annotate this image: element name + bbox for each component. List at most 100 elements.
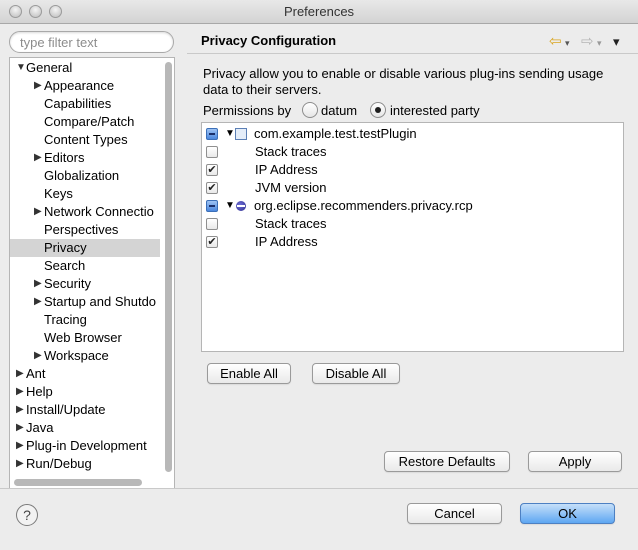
tree-item-label: Workspace <box>44 348 109 363</box>
collapsed-twisty-icon[interactable]: ▶ <box>16 455 26 473</box>
permission-label: JVM version <box>255 180 327 195</box>
cancel-button[interactable]: Cancel <box>407 503 502 524</box>
tree-item[interactable]: Search <box>10 257 160 275</box>
tree-item[interactable]: ▶ Plug-in Development <box>10 437 160 455</box>
permission-checkbox[interactable] <box>206 218 218 230</box>
permission-label: IP Address <box>255 234 318 249</box>
collapsed-twisty-icon[interactable]: ▶ <box>34 293 44 311</box>
permission-item-row[interactable]: ✔ IP Address <box>202 161 623 179</box>
tree-item[interactable]: Perspectives <box>10 221 160 239</box>
tree-item-label: General <box>26 60 73 75</box>
tree-item-label: Startup and Shutdo <box>44 294 157 309</box>
permission-checkbox[interactable]: ✔ <box>206 182 218 194</box>
tree-item-label: Web Browser <box>44 330 122 345</box>
radio-interested-party-label[interactable]: interested party <box>390 101 480 121</box>
tree-item-label: Security <box>44 276 91 291</box>
tree-item-label: Keys <box>44 186 73 201</box>
permission-label: Stack traces <box>255 216 327 231</box>
tree-item[interactable]: Web Browser <box>10 329 160 347</box>
permission-checkbox[interactable] <box>206 200 218 212</box>
collapsed-twisty-icon[interactable]: ▶ <box>16 383 26 401</box>
permission-label: IP Address <box>255 162 318 177</box>
tree-item[interactable]: ▶ Security <box>10 275 160 293</box>
tree-item[interactable]: ▶ Ant <box>10 365 160 383</box>
ok-button[interactable]: OK <box>520 503 615 524</box>
tree-item[interactable]: Tracing <box>10 311 160 329</box>
restore-defaults-button[interactable]: Restore Defaults <box>384 451 510 472</box>
preferences-tree: ▶ Run/Debug ▶ Plug-in Development ▶ Java ▶ Inst… <box>9 57 175 489</box>
permission-checkbox[interactable]: ✔ <box>206 236 218 248</box>
permission-checkbox[interactable]: ✔ <box>206 164 218 176</box>
collapsed-twisty-icon[interactable]: ▶ <box>34 203 44 221</box>
tree-item[interactable]: Content Types <box>10 131 160 149</box>
tree-item[interactable]: Capabilities <box>10 95 160 113</box>
tree-item-label: Appearance <box>44 78 115 93</box>
tree-vertical-scrollbar[interactable] <box>165 62 172 472</box>
filter-input[interactable] <box>9 31 174 53</box>
preference-page: Privacy Configuration ⇦ ▾ ⇨ ▾ ▾ Privacy … <box>187 30 638 486</box>
tree-item-label: Help <box>26 384 53 399</box>
permission-checkbox[interactable] <box>206 128 218 140</box>
permission-item-row[interactable]: ✔ JVM version <box>202 179 623 197</box>
expanded-twisty-icon[interactable]: ▼ <box>225 197 235 215</box>
tree-item[interactable]: ▶ Help <box>10 383 160 401</box>
plugin-icon <box>235 128 247 140</box>
tree-item[interactable]: Compare/Patch <box>10 113 160 131</box>
view-menu-icon[interactable]: ▾ <box>613 34 620 50</box>
apply-button[interactable]: Apply <box>528 451 622 472</box>
permission-label: org.eclipse.recommenders.privacy.rcp <box>254 198 473 213</box>
tree-horizontal-scrollbar[interactable] <box>14 479 142 486</box>
help-icon[interactable]: ? <box>16 504 38 526</box>
tree-item[interactable]: ▼ General <box>10 59 160 77</box>
tree-item-label: Network Connectio <box>44 204 154 219</box>
enable-all-button[interactable]: Enable All <box>207 363 291 384</box>
page-description: Privacy allow you to enable or disable v… <box>203 66 604 97</box>
forward-arrow-icon[interactable]: ⇨ <box>581 32 594 50</box>
tree-item-label: Globalization <box>44 168 120 183</box>
radio-datum[interactable] <box>302 102 318 118</box>
tree-item-label: Compare/Patch <box>44 114 135 129</box>
tree-item[interactable]: ▶ Editors <box>10 149 160 167</box>
tree-item[interactable]: ▶ Install/Update <box>10 401 160 419</box>
expanded-twisty-icon[interactable]: ▼ <box>16 59 26 77</box>
permission-checkbox[interactable] <box>206 146 218 158</box>
collapsed-twisty-icon[interactable]: ▶ <box>34 275 44 293</box>
back-arrow-icon[interactable]: ⇦ <box>549 32 562 50</box>
permission-item-row[interactable]: ✔ IP Address <box>202 233 623 251</box>
page-header: Privacy Configuration ⇦ ▾ ⇨ ▾ ▾ <box>187 30 638 54</box>
tree-item[interactable]: Keys <box>10 185 160 203</box>
permissions-tree: ▼ com.example.test.testPlugin Stack traces… <box>201 122 624 352</box>
tree-item[interactable]: ▶ Startup and Shutdo <box>10 293 160 311</box>
collapsed-twisty-icon[interactable]: ▶ <box>34 77 44 95</box>
collapsed-twisty-icon[interactable]: ▶ <box>34 347 44 365</box>
back-dropdown-icon[interactable]: ▾ <box>565 38 570 49</box>
collapsed-twisty-icon[interactable]: ▶ <box>16 365 26 383</box>
collapsed-twisty-icon[interactable]: ▶ <box>34 149 44 167</box>
window-titlebar: Preferences <box>0 0 638 24</box>
permission-group-row[interactable]: ▼ org.eclipse.recommenders.privacy.rcp <box>202 197 623 215</box>
collapsed-twisty-icon[interactable]: ▶ <box>16 401 26 419</box>
preferences-sidebar: ▶Run/Debug▶Plug-in Development▶Java▶Inst… <box>8 30 176 489</box>
permission-group-row[interactable]: ▼ com.example.test.testPlugin <box>202 125 623 143</box>
collapsed-twisty-icon[interactable]: ▶ <box>16 437 26 455</box>
tree-item-label: Plug-in Development <box>26 438 147 453</box>
collapsed-twisty-icon[interactable]: ▶ <box>16 419 26 437</box>
tree-item-label: Capabilities <box>44 96 112 111</box>
dialog-separator <box>0 488 638 489</box>
permission-item-row[interactable]: Stack traces <box>202 143 623 161</box>
tree-item[interactable]: ▶ Workspace <box>10 347 160 365</box>
radio-datum-label[interactable]: datum <box>321 101 357 121</box>
radio-interested-party[interactable] <box>370 102 386 118</box>
tree-item[interactable]: Privacy <box>10 239 160 257</box>
tree-item[interactable]: Globalization <box>10 167 160 185</box>
tree-item-label: Tracing <box>44 312 87 327</box>
tree-item[interactable]: ▶ Appearance <box>10 77 160 95</box>
expanded-twisty-icon[interactable]: ▼ <box>225 125 235 143</box>
forward-dropdown-icon[interactable]: ▾ <box>597 38 602 49</box>
tree-item[interactable]: ▶ Java <box>10 419 160 437</box>
tree-item-label: Content Types <box>44 132 128 147</box>
disable-all-button[interactable]: Disable All <box>312 363 400 384</box>
tree-item[interactable]: ▶ Run/Debug <box>10 455 160 473</box>
tree-item[interactable]: ▶ Network Connectio <box>10 203 160 221</box>
permission-item-row[interactable]: Stack traces <box>202 215 623 233</box>
